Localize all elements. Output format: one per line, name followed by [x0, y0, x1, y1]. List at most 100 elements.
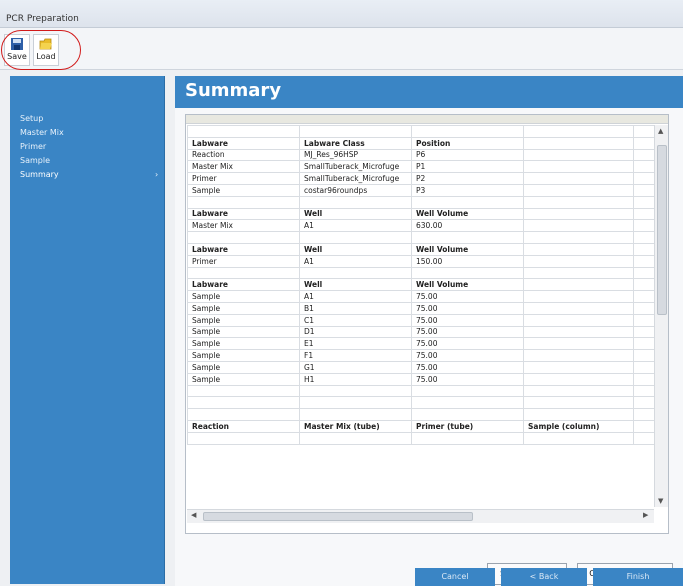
table-row: Sample F1 75.00 — [187, 349, 654, 362]
table-row — [187, 231, 654, 244]
table-header-cell — [523, 278, 634, 292]
table-header-cell — [633, 242, 654, 256]
table-cell — [523, 148, 634, 162]
vertical-scrollbar[interactable]: ▲ ▼ — [654, 125, 668, 507]
table-cell: 150.00 — [411, 254, 524, 268]
table-cell: A1 — [299, 290, 412, 303]
table-header-cell: Well — [299, 207, 412, 221]
scroll-up-icon[interactable]: ▲ — [658, 127, 663, 135]
finish-button[interactable]: Finish — [593, 568, 683, 586]
scroll-right-icon[interactable]: ▶ — [643, 511, 648, 519]
table-cell — [633, 183, 654, 197]
window-title: PCR Preparation — [6, 14, 79, 24]
table-cell: P1 — [411, 160, 524, 174]
table-cell — [187, 231, 300, 244]
table-row: Sample G1 75.00 — [187, 360, 654, 374]
table-cell — [187, 396, 300, 410]
table-cell: 75.00 — [411, 360, 524, 374]
sidebar-item-sample[interactable]: Sample — [20, 156, 50, 165]
table-cell — [411, 431, 524, 445]
table-cell — [523, 125, 634, 138]
table-cell — [633, 384, 654, 398]
table-cell — [633, 396, 654, 410]
table-cell — [523, 372, 634, 386]
table-cell — [187, 266, 300, 280]
sidebar-item-setup[interactable]: Setup — [20, 114, 43, 123]
vertical-scroll-thumb[interactable] — [657, 145, 667, 315]
table-cell: P2 — [411, 172, 524, 185]
table-cell — [633, 148, 654, 162]
table-cell: SmallTuberack_Microfuge — [299, 160, 412, 174]
table-cell — [411, 266, 524, 280]
highlight-annotation — [1, 30, 81, 70]
table-row: Reaction MJ_Res_96HSP P6 — [187, 148, 654, 162]
table-cell — [299, 125, 412, 138]
table-cell — [633, 219, 654, 233]
table-cell — [299, 384, 412, 398]
table-row — [187, 384, 654, 398]
table-row: Reaction Master Mix (tube) Primer (tube) Sa… — [187, 419, 654, 433]
table-header-cell — [633, 136, 654, 150]
grid-header-strip — [186, 115, 668, 124]
back-button[interactable]: < Back — [501, 568, 587, 586]
table-cell: D1 — [299, 325, 412, 339]
table-row: Master Mix A1 630.00 — [187, 219, 654, 233]
table-cell — [633, 372, 654, 386]
table-header-cell: Labware — [187, 242, 300, 256]
table-cell — [633, 160, 654, 174]
table-header-cell: Reaction — [187, 419, 300, 433]
table-header-cell: Master Mix (tube) — [299, 419, 412, 433]
table-header-cell: Labware — [187, 207, 300, 221]
table-cell: 630.00 — [411, 219, 524, 233]
table-cell — [523, 254, 634, 268]
sidebar-item-primer[interactable]: Primer — [20, 142, 46, 151]
table-cell — [633, 254, 654, 268]
table-cell — [523, 408, 634, 421]
table-header-cell: Well — [299, 242, 412, 256]
table-cell — [411, 384, 524, 398]
sidebar-item-master-mix[interactable]: Master Mix — [20, 128, 64, 137]
summary-grid[interactable]: Labware Labware Class Position Reaction MJ_R… — [185, 114, 669, 534]
window-titlebar: PCR Preparation — [0, 0, 683, 28]
table-cell — [523, 172, 634, 185]
table-cell — [523, 290, 634, 303]
table-cell: costar96roundps — [299, 183, 412, 197]
table-cell: P3 — [411, 183, 524, 197]
cancel-button[interactable]: Cancel — [415, 568, 495, 586]
table-cell — [633, 360, 654, 374]
chevron-right-icon: › — [155, 170, 159, 179]
table-cell: Reaction — [187, 148, 300, 162]
table-row: Sample A1 75.00 — [187, 290, 654, 303]
table-row — [187, 396, 654, 410]
table-cell — [523, 384, 634, 398]
sidebar-item-summary[interactable]: Summary — [20, 170, 59, 179]
horizontal-scrollbar[interactable]: ◀ ▶ — [187, 509, 654, 523]
horizontal-scroll-thumb[interactable] — [203, 512, 473, 521]
table-cell — [523, 349, 634, 362]
scroll-down-icon[interactable]: ▼ — [658, 497, 663, 505]
table-cell — [187, 384, 300, 398]
table-cell — [523, 195, 634, 209]
table-cell: 75.00 — [411, 337, 524, 351]
table-header-cell: Labware — [187, 278, 300, 292]
table-cell — [411, 396, 524, 410]
table-cell: P6 — [411, 148, 524, 162]
table-row: Labware Labware Class Position — [187, 136, 654, 150]
table-cell — [633, 290, 654, 303]
table-cell — [523, 160, 634, 174]
table-cell — [411, 231, 524, 244]
page-header: Summary — [175, 76, 683, 108]
table-cell: B1 — [299, 301, 412, 315]
table-cell — [633, 172, 654, 185]
table-cell — [523, 431, 634, 445]
table-cell: Sample — [187, 301, 300, 315]
table-header-cell — [523, 207, 634, 221]
scroll-left-icon[interactable]: ◀ — [191, 511, 196, 519]
table-cell — [411, 125, 524, 138]
table-row: Sample B1 75.00 — [187, 301, 654, 315]
table-cell: Sample — [187, 313, 300, 327]
table-cell — [633, 301, 654, 315]
wizard-sidebar: Setup Master Mix Primer Sample Summary › — [10, 76, 165, 584]
table-cell: Sample — [187, 349, 300, 362]
table-cell: C1 — [299, 313, 412, 327]
